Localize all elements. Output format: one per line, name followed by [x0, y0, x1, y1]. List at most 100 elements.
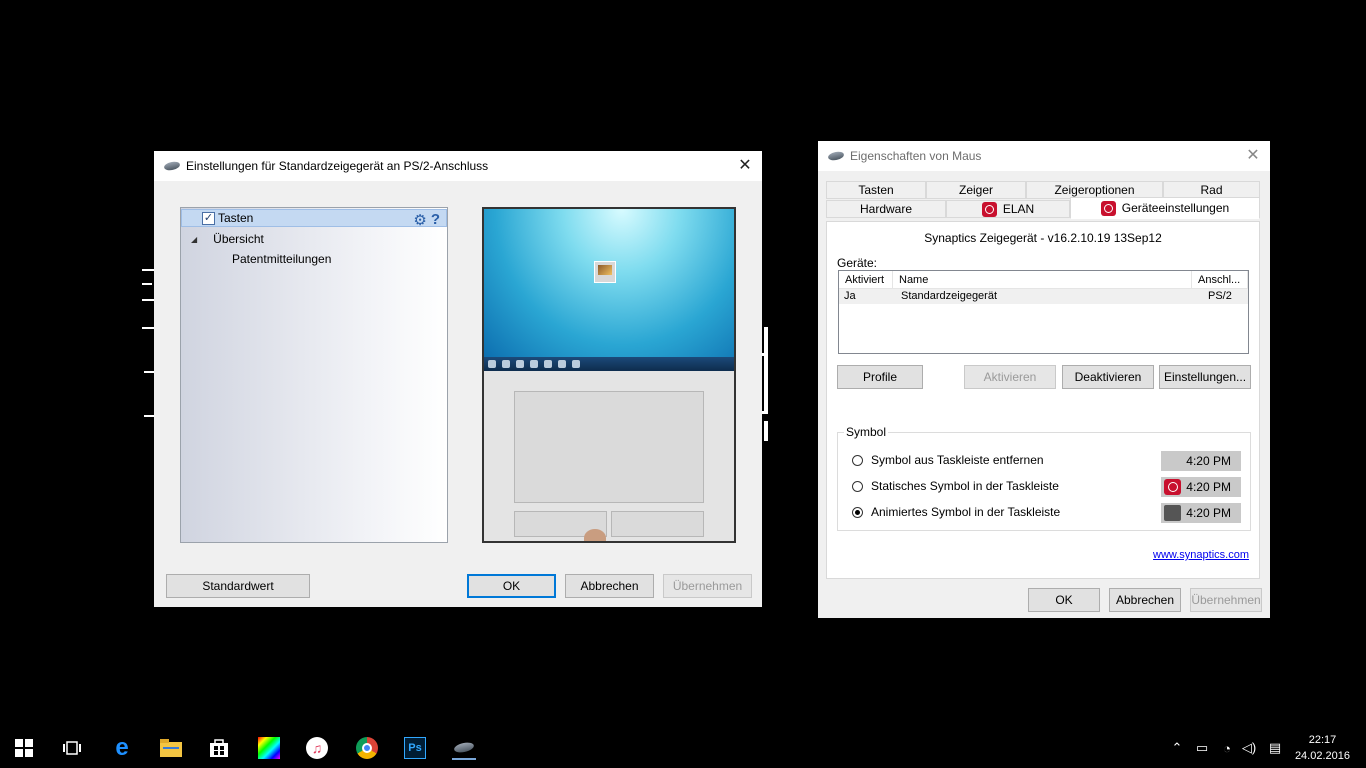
tab-hardware[interactable]: Hardware [826, 200, 946, 218]
mouse-settings-taskbar-icon[interactable] [452, 736, 476, 760]
apply-button[interactable]: Übernehmen [663, 574, 752, 598]
dialog-title: Einstellungen für Standardzeigegerät an … [186, 159, 489, 173]
tree-item-label: Übersicht [213, 232, 264, 246]
volume-icon[interactable]: ◁) [1240, 740, 1258, 756]
file-explorer-icon[interactable] [159, 736, 183, 760]
tree-item-label: Tasten [218, 211, 254, 225]
close-button[interactable]: ✕ [1244, 147, 1262, 165]
device-version: Synaptics Zeigegerät - v16.2.10.19 13Sep… [924, 231, 1162, 245]
column-header-port[interactable]: Anschl... [1192, 271, 1248, 289]
preview-touchpad [484, 371, 734, 541]
edge-browser-icon[interactable]: e [110, 736, 134, 760]
gear-icon[interactable]: ⚙ [413, 211, 426, 229]
radio-button[interactable] [852, 454, 863, 466]
cell-name: Standardzeigegerät [901, 290, 998, 302]
symbol-legend: Symbol [844, 425, 889, 439]
power-icon[interactable]: ▭ [1192, 740, 1212, 756]
symbol-group: Symbol Symbol aus Taskleiste entfernen 4… [837, 425, 1251, 531]
tab-elan[interactable]: ELAN [946, 200, 1070, 218]
checkbox-icon[interactable]: ✓ [202, 211, 215, 225]
touchpad-settings-dialog: Einstellungen für Standardzeigegerät an … [154, 151, 762, 607]
clock-preview-none: 4:20 PM [1161, 451, 1241, 471]
tab-zeiger[interactable]: Zeiger [926, 181, 1026, 199]
default-button[interactable]: Standardwert [166, 574, 310, 598]
touchpad-preview-image [482, 207, 736, 543]
radio-label: Symbol aus Taskleiste entfernen [871, 453, 1044, 467]
tree-item-tasten[interactable]: ✓ Tasten ⚙ ? [181, 209, 447, 229]
cell-port: PS/2 [1208, 290, 1232, 302]
table-row[interactable]: Ja Standardzeigegerät PS/2 [839, 289, 1248, 304]
radio-static-symbol[interactable]: Statisches Symbol in der Taskleiste [852, 478, 1059, 494]
clock-time: 22:17 [1308, 734, 1337, 746]
column-header-activated[interactable]: Aktiviert [839, 271, 893, 289]
cancel-button[interactable]: Abbrechen [565, 574, 654, 598]
notification-icon[interactable]: ▤ [1266, 740, 1284, 756]
tab-label: ELAN [1002, 202, 1035, 216]
windows-icon [15, 739, 33, 757]
elan-tray-icon [1164, 479, 1181, 495]
mouse-icon [453, 740, 475, 754]
task-view-icon [63, 741, 81, 755]
store-icon[interactable] [207, 736, 231, 760]
taskbar-clock[interactable]: 22:17 24.02.2016 [1295, 732, 1350, 764]
clock-time: 4:20 PM [1186, 454, 1231, 468]
mouse-properties-dialog: Eigenschaften von Maus ✕ Tasten Zeiger Z… [818, 141, 1270, 618]
clock-time: 4:20 PM [1186, 480, 1231, 494]
finger-icon [584, 529, 606, 541]
tree-item-uebersicht[interactable]: ◢ Übersicht [181, 230, 264, 248]
tab-geraeteeinstellungen[interactable]: Geräteeinstellungen [1070, 197, 1260, 219]
dialog-title: Eigenschaften von Maus [850, 149, 982, 163]
chrome-icon[interactable] [355, 736, 379, 760]
title-bar: Eigenschaften von Maus ✕ [818, 141, 1270, 171]
task-view-button[interactable] [60, 736, 84, 760]
preview-taskbar [484, 357, 734, 371]
photoshop-icon[interactable]: Ps [403, 736, 427, 760]
mouse-icon [827, 150, 845, 162]
settings-button[interactable]: Einstellungen... [1159, 365, 1251, 389]
radio-remove-symbol[interactable]: Symbol aus Taskleiste entfernen [852, 452, 1044, 468]
wifi-icon[interactable]: ◔ [1218, 740, 1236, 756]
elan-icon [1100, 200, 1116, 216]
help-icon[interactable]: ? [431, 211, 440, 229]
cancel-button[interactable]: Abbrechen [1109, 588, 1181, 612]
device-settings-panel: Synaptics Zeigegerät - v16.2.10.19 13Sep… [826, 221, 1260, 579]
ok-button[interactable]: OK [467, 574, 556, 598]
clock-preview-static: 4:20 PM [1161, 477, 1241, 497]
devices-table: Aktiviert Name Anschl... Ja Standardzeig… [838, 270, 1249, 354]
apply-button[interactable]: Übernehmen [1190, 588, 1262, 612]
clock-time: 4:20 PM [1186, 506, 1231, 520]
cell-enabled: Ja [844, 290, 856, 302]
mouse-icon [163, 160, 181, 172]
settings-tree: ✓ Tasten ⚙ ? ◢ Übersicht Patentmitteilun… [180, 207, 448, 543]
radio-animated-symbol[interactable]: Animiertes Symbol in der Taskleiste [852, 504, 1060, 520]
profiles-button[interactable]: Profile [837, 365, 923, 389]
radio-button[interactable] [852, 506, 863, 518]
activate-button[interactable]: Aktivieren [964, 365, 1056, 389]
column-header-name[interactable]: Name [893, 271, 1192, 289]
ok-button[interactable]: OK [1028, 588, 1100, 612]
chevron-up-icon[interactable]: ⌃ [1168, 740, 1186, 756]
devices-label: Geräte: [837, 256, 878, 270]
color-app-icon[interactable] [257, 736, 281, 760]
preview-desktop [484, 209, 734, 357]
deactivate-button[interactable]: Deaktivieren [1062, 365, 1154, 389]
taskbar: e ♫ Ps ⌃ ▭ ◔ ◁) ▤ 22:17 24.02.2016 [0, 728, 1366, 768]
tree-item-patentmitteilungen[interactable]: Patentmitteilungen [232, 250, 331, 268]
start-button[interactable] [12, 736, 36, 760]
desktop-shortcut-icon [594, 261, 616, 283]
clock-preview-animated: 4:20 PM [1161, 503, 1241, 523]
close-button[interactable]: ✕ [736, 157, 754, 175]
synaptics-link[interactable]: www.synaptics.com [1153, 549, 1249, 561]
tree-tools: ⚙ ? [413, 211, 440, 229]
itunes-icon[interactable]: ♫ [305, 736, 329, 760]
radio-button[interactable] [852, 480, 863, 492]
radio-label: Statisches Symbol in der Taskleiste [871, 479, 1059, 493]
touchpad-surface [514, 391, 704, 503]
tab-tasten[interactable]: Tasten [826, 181, 926, 199]
radio-label: Animiertes Symbol in der Taskleiste [871, 505, 1061, 519]
tree-item-label: Patentmitteilungen [232, 252, 332, 266]
elan-icon [981, 201, 997, 217]
touchpad-right-button [611, 511, 704, 537]
title-bar: Einstellungen für Standardzeigegerät an … [154, 151, 762, 181]
expand-arrow-icon[interactable]: ◢ [191, 235, 197, 244]
